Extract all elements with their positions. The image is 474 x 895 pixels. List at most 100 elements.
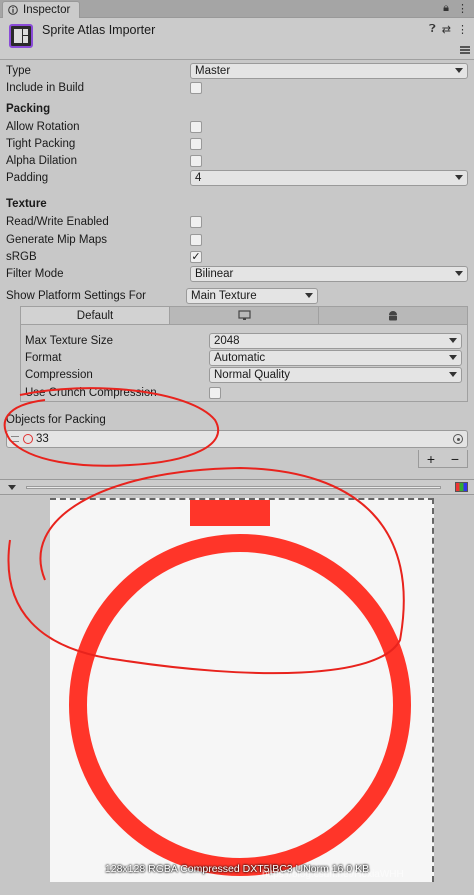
crunch-row: Use Crunch Compression <box>21 384 467 401</box>
srgb-label: sRGB <box>6 250 37 263</box>
compression-row: Compression Normal Quality <box>21 366 467 383</box>
filter-mode-dropdown[interactable]: Bilinear <box>190 265 468 282</box>
objects-heading-row: Objects for Packing <box>0 411 474 428</box>
tab-actions: 🔒︎ ⋮ <box>443 2 468 15</box>
compression-value: Normal Quality <box>214 368 291 381</box>
padding-row: Padding 4 <box>0 169 474 186</box>
tight-packing-label: Tight Packing <box>6 137 76 150</box>
padding-label: Padding <box>6 171 49 184</box>
tight-packing-row: Tight Packing <box>0 135 474 152</box>
format-value: Automatic <box>214 351 266 364</box>
open-button[interactable] <box>460 46 470 58</box>
preset-icon[interactable]: ⇄ <box>442 23 451 36</box>
watermark-text: https://blog.csdn.net/HexiaWHH <box>262 869 404 880</box>
objects-list-item[interactable]: 33 <box>6 430 468 448</box>
include-in-build-label: Include in Build <box>6 81 84 94</box>
type-dropdown[interactable]: Master <box>190 62 468 79</box>
preview-toolbar <box>0 479 474 495</box>
filter-mode-value: Bilinear <box>195 267 234 280</box>
object-name: 33 <box>36 433 49 445</box>
format-dropdown[interactable]: Automatic <box>209 349 462 366</box>
generate-mip-maps-row: Generate Mip Maps <box>0 231 474 248</box>
drag-handle-icon[interactable] <box>11 436 19 442</box>
sprite-thumbnail-icon <box>23 434 33 444</box>
filter-mode-label: Filter Mode <box>6 267 64 280</box>
texture-heading: Texture <box>6 197 47 210</box>
more-icon[interactable]: ⋮ <box>457 23 468 36</box>
include-in-build-checkbox[interactable] <box>190 81 202 94</box>
srgb-row: sRGB ✓ <box>0 248 474 265</box>
help-icon[interactable]: ❓︎ <box>429 23 436 36</box>
add-button[interactable]: + <box>427 451 435 467</box>
more-icon[interactable]: ⋮ <box>457 2 468 15</box>
compression-label: Compression <box>25 368 93 381</box>
packing-heading: Packing <box>6 102 51 115</box>
monitor-icon <box>237 310 251 320</box>
android-icon <box>389 310 397 320</box>
show-platform-label: Show Platform Settings For <box>6 289 146 302</box>
padding-value: 4 <box>195 171 202 184</box>
objects-for-packing-label: Objects for Packing <box>6 413 106 426</box>
max-texture-size-label: Max Texture Size <box>25 334 113 347</box>
padding-dropdown[interactable]: 4 <box>190 169 468 186</box>
read-write-label: Read/Write Enabled <box>6 215 109 228</box>
atlas-preview-canvas <box>50 498 434 882</box>
asset-title: Sprite Atlas Importer <box>42 23 156 37</box>
preview-foldout-icon[interactable] <box>8 485 16 490</box>
allow-rotation-checkbox[interactable] <box>190 120 202 133</box>
header-icons: ❓︎ ⇄ ⋮ <box>429 23 468 36</box>
max-texture-size-dropdown[interactable]: 2048 <box>209 332 462 349</box>
type-label: Type <box>6 64 31 77</box>
preview-area: 128x128 RGBA Compressed DXT5|BC3 UNorm 1… <box>0 496 474 895</box>
chevron-down-icon <box>449 337 457 343</box>
crunch-label: Use Crunch Compression <box>25 386 157 399</box>
chevron-down-icon <box>455 67 463 73</box>
preview-divider-slider[interactable] <box>26 486 441 489</box>
object-picker-icon[interactable] <box>453 434 463 444</box>
rgb-channel-icon[interactable] <box>455 482 468 492</box>
format-label: Format <box>25 351 62 364</box>
packing-section: Packing <box>0 100 474 117</box>
srgb-checkbox[interactable]: ✓ <box>190 250 202 263</box>
max-texture-size-row: Max Texture Size 2048 <box>21 332 467 349</box>
filter-mode-row: Filter Mode Bilinear <box>0 265 474 282</box>
tab-label: Inspector <box>23 4 71 16</box>
tab-standalone[interactable] <box>170 307 319 324</box>
allow-rotation-row: Allow Rotation <box>0 118 474 135</box>
tab-bar: Inspector 🔒︎ ⋮ <box>0 0 474 18</box>
tab-inspector[interactable]: Inspector <box>2 1 80 18</box>
list-controls: + − <box>418 450 468 468</box>
texture-section: Texture <box>0 195 474 212</box>
generate-mip-maps-label: Generate Mip Maps <box>6 233 107 246</box>
lock-icon[interactable]: 🔒︎ <box>443 2 449 15</box>
read-write-row: Read/Write Enabled <box>0 213 474 230</box>
generate-mip-maps-checkbox[interactable] <box>190 233 202 246</box>
platform-tabs: Default <box>21 307 467 325</box>
inspector-header: Sprite Atlas Importer ❓︎ ⇄ ⋮ <box>0 18 474 60</box>
show-platform-dropdown[interactable]: Main Texture <box>186 287 318 304</box>
show-platform-value: Main Texture <box>191 289 257 302</box>
read-write-checkbox[interactable] <box>190 215 202 228</box>
tab-default-label: Default <box>76 309 114 322</box>
alpha-dilation-checkbox[interactable] <box>190 154 202 167</box>
platform-settings-panel: Default Max Texture Size 2048 Format Aut… <box>20 306 468 402</box>
chevron-down-icon <box>305 292 313 298</box>
max-texture-size-value: 2048 <box>214 334 240 347</box>
chevron-down-icon <box>449 354 457 360</box>
alpha-dilation-row: Alpha Dilation <box>0 152 474 169</box>
type-row: Type Master <box>0 62 474 79</box>
chevron-down-icon <box>455 174 463 180</box>
chevron-down-icon <box>455 270 463 276</box>
allow-rotation-label: Allow Rotation <box>6 120 80 133</box>
format-row: Format Automatic <box>21 349 467 366</box>
sprite-atlas-icon <box>9 24 33 48</box>
remove-button[interactable]: − <box>451 451 459 467</box>
compression-dropdown[interactable]: Normal Quality <box>209 366 462 383</box>
info-icon <box>8 5 18 15</box>
tab-default[interactable]: Default <box>21 307 170 324</box>
tight-packing-checkbox[interactable] <box>190 137 202 150</box>
tab-android[interactable] <box>319 307 467 324</box>
show-platform-row: Show Platform Settings For Main Texture <box>0 287 474 304</box>
alpha-dilation-label: Alpha Dilation <box>6 154 77 167</box>
crunch-checkbox[interactable] <box>209 386 221 399</box>
